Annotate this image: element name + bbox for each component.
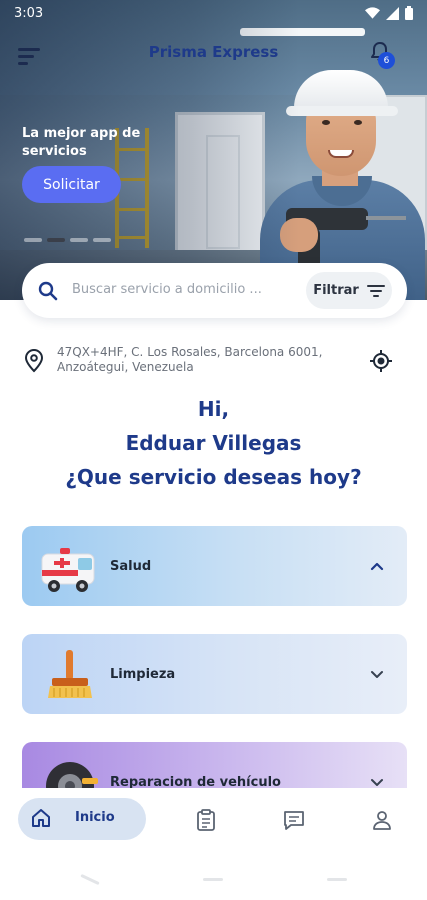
carousel-dot[interactable] — [70, 238, 88, 242]
greeting-question: ¿Que servicio deseas hoy? — [65, 465, 362, 489]
home-icon — [32, 809, 50, 827]
search-bar[interactable]: Buscar servicio a domicilio ... Filtrar — [22, 263, 407, 318]
filter-label: Filtrar — [313, 283, 359, 298]
ambulance-icon — [41, 548, 95, 592]
filter-icon — [366, 284, 385, 297]
system-recents-icon[interactable] — [327, 878, 347, 881]
nav-home-label: Inicio — [75, 810, 115, 825]
messages-icon[interactable] — [282, 808, 306, 832]
bottom-navigation: Inicio — [0, 788, 427, 850]
search-icon — [38, 281, 58, 301]
filter-button[interactable]: Filtrar — [306, 272, 392, 309]
greeting-user-name: Edduar Villegas — [125, 431, 302, 455]
system-home-icon[interactable] — [203, 878, 223, 881]
nav-item-inicio[interactable]: Inicio — [18, 798, 146, 840]
carousel-dot[interactable] — [93, 238, 111, 242]
orders-clipboard-icon[interactable] — [194, 808, 218, 832]
category-list-overflow: Reparacion de vehículo — [0, 742, 427, 788]
category-card-reparacion-vehiculo[interactable]: Reparacion de vehículo — [22, 742, 407, 788]
solicitar-button[interactable]: Solicitar — [22, 166, 121, 203]
greeting-hi: Hi, — [197, 397, 230, 421]
category-card-limpieza[interactable]: Limpieza — [22, 634, 407, 714]
location-address[interactable]: 47QX+4HF, C. Los Rosales, Barcelona 6001… — [57, 345, 337, 375]
wifi-icon — [365, 7, 380, 19]
broom-icon — [48, 650, 92, 698]
app-title: Prisma Express — [148, 43, 279, 61]
carousel-indicator[interactable] — [24, 238, 111, 242]
category-card-salud[interactable]: Salud — [22, 526, 407, 606]
carousel-dot-active[interactable] — [47, 238, 65, 242]
notification-badge: 6 — [378, 52, 395, 69]
status-bar: 3:03 — [0, 0, 427, 26]
carousel-dot[interactable] — [24, 238, 42, 242]
system-back-icon[interactable] — [80, 873, 100, 886]
signal-icon — [386, 6, 399, 20]
search-input[interactable]: Buscar servicio a domicilio ... — [72, 282, 262, 297]
system-navigation-bar — [0, 850, 427, 900]
app-bar: Prisma Express — [0, 34, 427, 74]
chevron-down-icon[interactable] — [369, 666, 385, 682]
battery-icon — [405, 6, 413, 20]
category-label: Limpieza — [110, 667, 176, 682]
category-label: Salud — [110, 559, 152, 574]
hero-tagline: La mejor app de servicios — [22, 126, 141, 159]
greeting: Hi, Edduar Villegas ¿Que servicio deseas… — [0, 392, 427, 494]
chevron-up-icon[interactable] — [369, 558, 385, 574]
tire-icon — [46, 762, 98, 788]
chevron-down-icon[interactable] — [369, 774, 385, 788]
category-label: Reparacion de vehículo — [110, 775, 281, 788]
my-location-icon[interactable] — [369, 349, 393, 373]
location-pin-icon — [24, 349, 44, 373]
status-time: 3:03 — [14, 5, 44, 21]
profile-icon[interactable] — [370, 808, 394, 832]
